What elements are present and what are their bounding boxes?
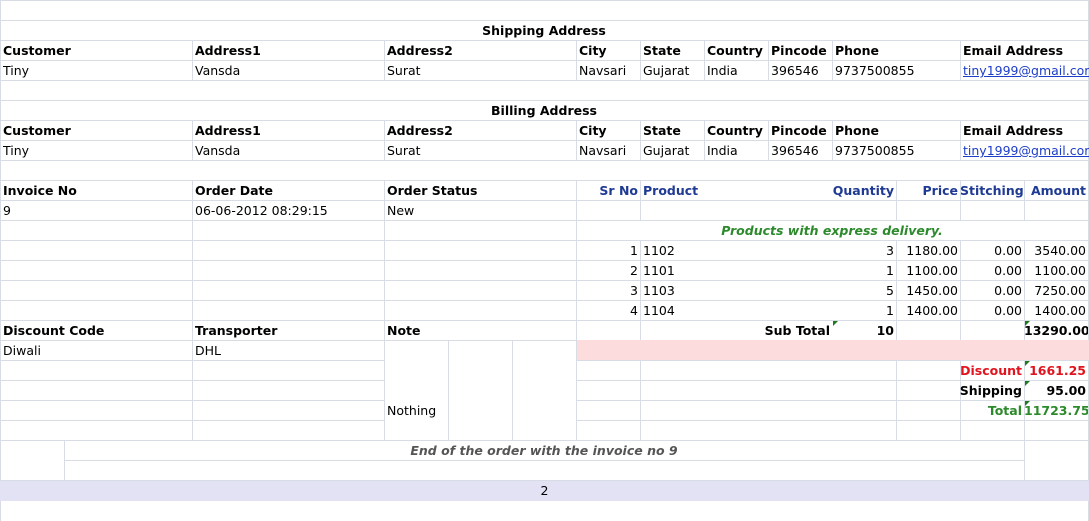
billing-header-country: Country [707,123,763,138]
product-row-1-amount[interactable]: 3540.00 [1024,241,1088,261]
shipping-value[interactable]: 95.00 [1024,381,1088,401]
product-row-1-stitching[interactable]: 0.00 [960,241,1024,261]
order-invoice-no[interactable]: 9 [0,201,193,221]
subtotal-label: Sub Total [764,323,830,338]
shipping-header-city: City [579,43,607,58]
billing-email-link[interactable]: tiny1999@gmail.com [960,141,1089,161]
shipping-customer[interactable]: Tiny [0,61,193,81]
product-row-1-price[interactable]: 1180.00 [896,241,960,261]
product-row-3-price[interactable]: 1450.00 [896,281,960,301]
products-header-stitching: Stitching [960,183,1024,198]
billing-header-pincode: Pincode [771,123,827,138]
shipping-header-pincode: Pincode [771,43,827,58]
shipping-header-country: Country [707,43,763,58]
product-row-1-product[interactable]: 1102 [640,241,833,261]
product-row-1-sr[interactable]: 1 [576,241,640,261]
shipping-address2[interactable]: Surat [384,61,577,81]
product-row-3-amount[interactable]: 7250.00 [1024,281,1088,301]
subtotal-amount[interactable]: 13290.00 [1024,321,1088,341]
shipping-header-address1: Address1 [195,43,261,58]
product-row-3-product[interactable]: 1103 [640,281,833,301]
products-header-price: Price [922,183,959,198]
products-header-product: Product [643,183,699,198]
product-row-2-sr[interactable]: 2 [576,261,640,281]
shipping-address1[interactable]: Vansda [192,61,385,81]
shipping-header-customer: Customer [3,43,71,58]
billing-header-phone: Phone [835,123,880,138]
total-label: Total [987,403,1022,418]
product-row-3-quantity[interactable]: 5 [832,281,896,301]
billing-customer[interactable]: Tiny [0,141,193,161]
subtotal-quantity[interactable]: 10 [832,321,896,341]
billing-title: Billing Address [491,103,597,118]
product-row-2-quantity[interactable]: 1 [832,261,896,281]
shipping-header-phone: Phone [835,43,880,58]
discount-label: Discount [960,363,1022,378]
spreadsheet: Shipping Address Customer Address1 Addre… [0,0,1089,521]
product-row-4-price[interactable]: 1400.00 [896,301,960,321]
order-header-order-status: Order Status [387,183,478,198]
shipping-pincode[interactable]: 396546 [768,61,833,81]
transporter-value[interactable]: DHL [192,341,385,361]
billing-header-email: Email Address [963,123,1064,138]
billing-address2[interactable]: Surat [384,141,577,161]
billing-pincode[interactable]: 396546 [768,141,833,161]
shipping-label: Shipping [959,383,1022,398]
product-row-2-amount[interactable]: 1100.00 [1024,261,1088,281]
billing-header-city: City [579,123,607,138]
product-row-4-amount[interactable]: 1400.00 [1024,301,1088,321]
products-header-quantity: Quantity [832,183,894,198]
total-value[interactable]: 11723.75 [1024,401,1088,421]
transporter-header: Transporter [195,323,278,338]
product-row-4-product[interactable]: 1104 [640,301,833,321]
shipping-header-state: State [643,43,681,58]
product-row-1-quantity[interactable]: 3 [832,241,896,261]
products-header-sr-no: Sr No [599,183,638,198]
billing-header-address1: Address1 [195,123,261,138]
shipping-state[interactable]: Gujarat [640,61,705,81]
discount-code-header: Discount Code [3,323,105,338]
shipping-title: Shipping Address [482,23,606,38]
page-number: 2 [540,483,549,498]
shipping-city[interactable]: Navsari [576,61,641,81]
product-row-2-price[interactable]: 1100.00 [896,261,960,281]
products-header-amount: Amount [1030,183,1086,198]
note-header: Note [387,323,421,338]
order-status[interactable]: New [384,201,577,221]
product-row-4-quantity[interactable]: 1 [832,301,896,321]
billing-country[interactable]: India [704,141,769,161]
product-row-4-sr[interactable]: 4 [576,301,640,321]
product-row-2-stitching[interactable]: 0.00 [960,261,1024,281]
product-row-2-product[interactable]: 1101 [640,261,833,281]
order-header-invoice-no: Invoice No [3,183,77,198]
shipping-country[interactable]: India [704,61,769,81]
note-value[interactable]: Nothing [384,401,449,421]
shipping-header-email: Email Address [963,43,1064,58]
billing-header-customer: Customer [3,123,71,138]
product-row-3-stitching[interactable]: 0.00 [960,281,1024,301]
order-header-order-date: Order Date [195,183,273,198]
highlight-row [577,340,1089,360]
billing-address1[interactable]: Vansda [192,141,385,161]
shipping-header-address2: Address2 [387,43,453,58]
discount-value[interactable]: 1661.25 [1024,361,1088,381]
end-of-order-text: End of the order with the invoice no 9 [410,443,678,458]
products-delivery-note: Products with express delivery. [721,223,943,238]
product-row-3-sr[interactable]: 3 [576,281,640,301]
discount-code-value[interactable]: Diwali [0,341,193,361]
billing-city[interactable]: Navsari [576,141,641,161]
billing-phone[interactable]: 9737500855 [832,141,961,161]
product-row-4-stitching[interactable]: 0.00 [960,301,1024,321]
shipping-email-link[interactable]: tiny1999@gmail.com [960,61,1089,81]
billing-header-address2: Address2 [387,123,453,138]
billing-state[interactable]: Gujarat [640,141,705,161]
order-date[interactable]: 06-06-2012 08:29:15 [192,201,385,221]
shipping-phone[interactable]: 9737500855 [832,61,961,81]
billing-header-state: State [643,123,681,138]
